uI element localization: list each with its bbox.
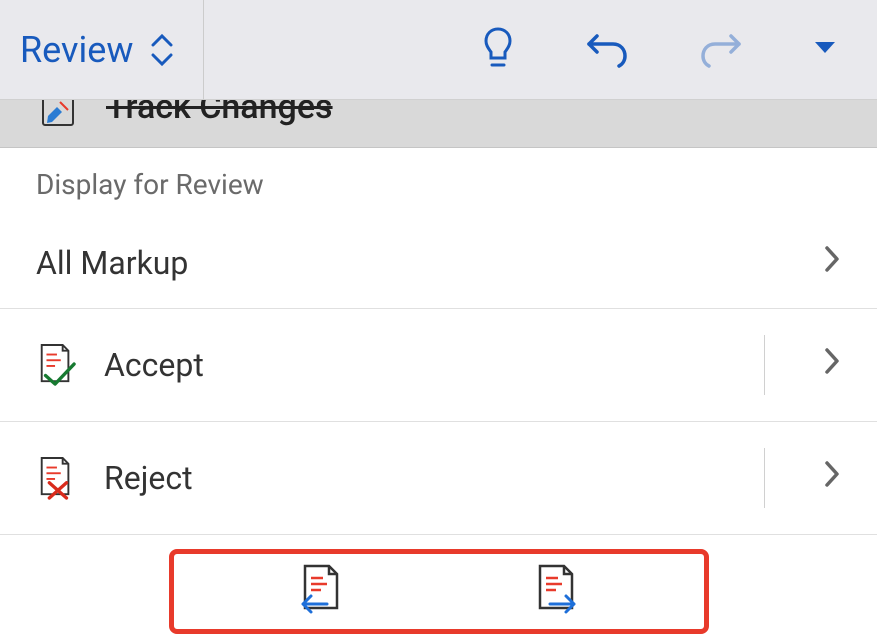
prev-next-highlight-box <box>169 549 709 634</box>
next-change-button[interactable] <box>532 564 580 619</box>
chevron-right-icon[interactable] <box>823 459 841 497</box>
previous-change-button[interactable] <box>297 564 345 619</box>
ribbon-tab-selector[interactable]: Review <box>20 0 204 99</box>
undo-button[interactable] <box>585 28 629 71</box>
lightbulb-icon <box>481 25 515 74</box>
split-divider <box>764 335 765 395</box>
redo-button[interactable] <box>699 28 743 71</box>
ribbon-tab-label: Review <box>20 29 133 71</box>
triangle-down-icon <box>813 40 837 59</box>
tell-me-button[interactable] <box>481 25 515 74</box>
chevron-right-icon[interactable] <box>823 346 841 384</box>
all-markup-row[interactable]: All Markup <box>0 217 877 309</box>
toolbar: Review <box>0 0 877 100</box>
undo-icon <box>585 28 629 71</box>
track-changes-icon <box>40 100 76 132</box>
all-markup-label: All Markup <box>36 244 188 282</box>
document-next-icon <box>532 564 580 619</box>
track-changes-row[interactable]: Track Changes <box>0 100 877 148</box>
track-changes-label: Track Changes <box>106 100 333 127</box>
redo-icon <box>699 28 743 71</box>
accept-label: Accept <box>104 346 204 384</box>
reject-icon <box>36 455 76 501</box>
document-previous-icon <box>297 564 345 619</box>
accept-icon <box>36 342 76 388</box>
split-divider <box>764 448 765 508</box>
reject-label: Reject <box>104 459 193 497</box>
toolbar-actions <box>481 25 857 74</box>
display-for-review-header: Display for Review <box>0 148 877 217</box>
up-down-chevron-icon <box>151 32 173 68</box>
reject-row[interactable]: Reject <box>0 422 877 535</box>
chevron-right-icon <box>823 244 841 282</box>
overflow-menu-button[interactable] <box>813 40 837 59</box>
accept-row[interactable]: Accept <box>0 309 877 422</box>
